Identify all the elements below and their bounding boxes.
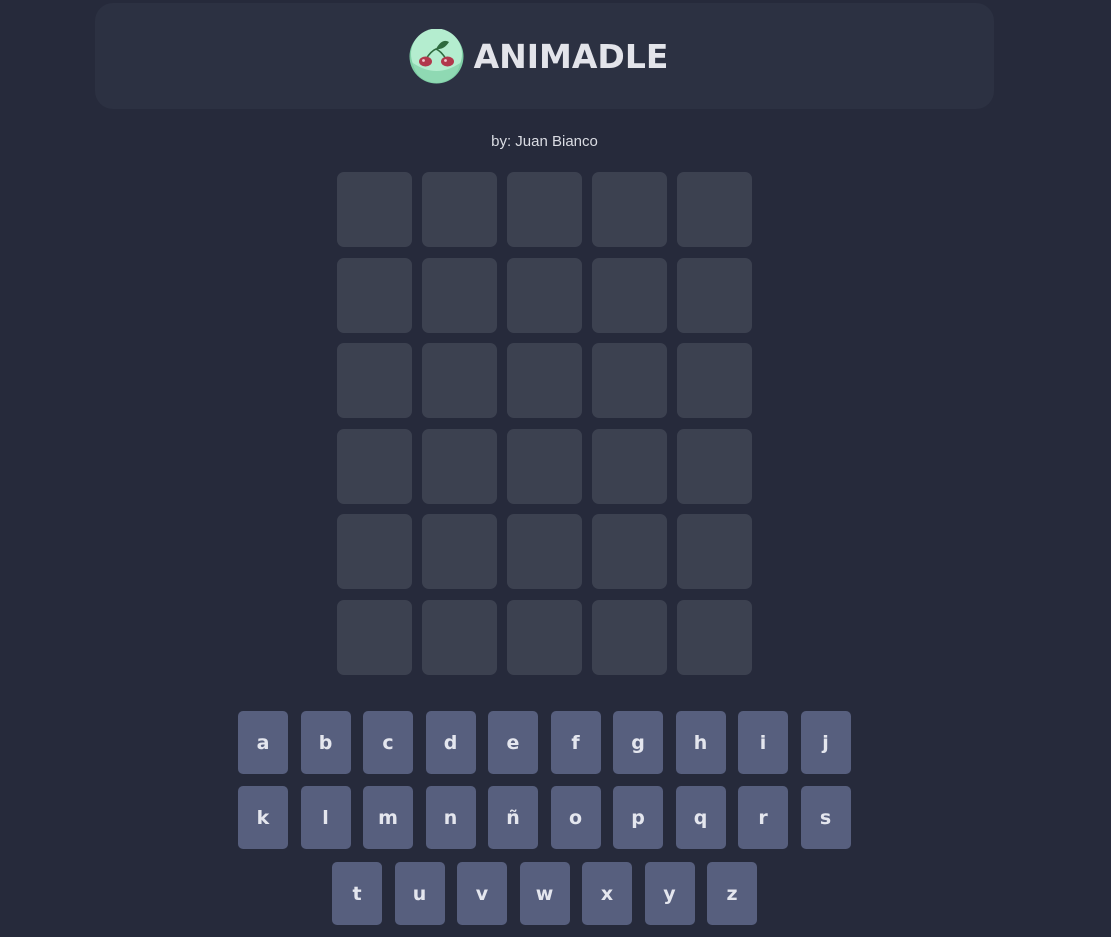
board-cell bbox=[337, 599, 412, 675]
key-a[interactable]: a bbox=[238, 711, 288, 774]
board-cell bbox=[677, 514, 752, 589]
keyboard-row-2: klmnñopqrs bbox=[238, 786, 851, 849]
board-cell bbox=[592, 514, 667, 589]
board-cell bbox=[507, 257, 582, 333]
key-q[interactable]: q bbox=[675, 786, 726, 849]
board-cell bbox=[337, 172, 412, 247]
key-v[interactable]: v bbox=[457, 862, 507, 925]
key-k[interactable]: k bbox=[238, 786, 288, 849]
board-cell bbox=[422, 428, 497, 504]
board-cell bbox=[422, 599, 497, 675]
board-cell bbox=[507, 343, 582, 418]
key-e[interactable]: e bbox=[488, 711, 538, 774]
board-cell bbox=[677, 257, 752, 333]
board-cell bbox=[337, 257, 412, 333]
author-byline: by: Juan Bianco bbox=[491, 133, 598, 150]
guess-board bbox=[337, 172, 752, 675]
board-cell bbox=[337, 428, 412, 504]
key-g[interactable]: g bbox=[613, 711, 663, 774]
brand[interactable]: ANIMADLE bbox=[409, 28, 669, 84]
board-cell bbox=[677, 599, 752, 675]
board-cell bbox=[677, 428, 752, 504]
board-cell bbox=[507, 172, 582, 247]
key-z[interactable]: z bbox=[707, 862, 757, 925]
key-h[interactable]: h bbox=[675, 711, 726, 774]
board-cell bbox=[677, 343, 752, 418]
board-cell bbox=[422, 514, 497, 589]
board-cell bbox=[337, 514, 412, 589]
key-j[interactable]: j bbox=[800, 711, 851, 774]
board-cell bbox=[422, 257, 497, 333]
board-cell bbox=[592, 172, 667, 247]
key-c[interactable]: c bbox=[363, 711, 413, 774]
key-i[interactable]: i bbox=[738, 711, 788, 774]
key-w[interactable]: w bbox=[519, 862, 570, 925]
key-ñ[interactable]: ñ bbox=[488, 786, 538, 849]
board-cell bbox=[592, 257, 667, 333]
board-cell bbox=[337, 343, 412, 418]
key-b[interactable]: b bbox=[300, 711, 351, 774]
app-title: ANIMADLE bbox=[473, 36, 669, 76]
key-s[interactable]: s bbox=[800, 786, 851, 849]
board-cell bbox=[592, 599, 667, 675]
key-r[interactable]: r bbox=[738, 786, 788, 849]
key-x[interactable]: x bbox=[582, 862, 632, 925]
key-u[interactable]: u bbox=[394, 862, 445, 925]
key-m[interactable]: m bbox=[363, 786, 413, 849]
header-bar: ANIMADLE bbox=[95, 3, 994, 109]
keyboard-row-3: tuvwxyz bbox=[332, 862, 757, 925]
board-cell bbox=[507, 599, 582, 675]
board-cell bbox=[422, 343, 497, 418]
board-cell bbox=[592, 428, 667, 504]
key-n[interactable]: n bbox=[425, 786, 476, 849]
board-cell bbox=[422, 172, 497, 247]
key-f[interactable]: f bbox=[550, 711, 601, 774]
key-o[interactable]: o bbox=[550, 786, 601, 849]
key-d[interactable]: d bbox=[425, 711, 476, 774]
key-l[interactable]: l bbox=[300, 786, 351, 849]
board-cell bbox=[507, 428, 582, 504]
board-cell bbox=[677, 172, 752, 247]
board-cell bbox=[592, 343, 667, 418]
key-t[interactable]: t bbox=[332, 862, 382, 925]
keyboard-row-1: abcdefghij bbox=[238, 711, 851, 774]
key-y[interactable]: y bbox=[644, 862, 695, 925]
cherry-logo-icon bbox=[409, 28, 464, 83]
board-cell bbox=[507, 514, 582, 589]
key-p[interactable]: p bbox=[613, 786, 663, 849]
